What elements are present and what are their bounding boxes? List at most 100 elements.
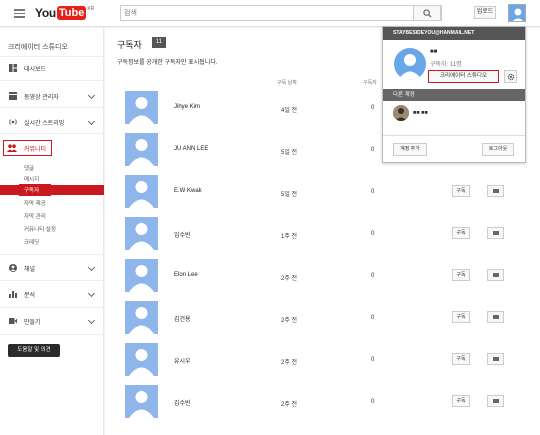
other-account-avatar[interactable] [393,105,409,121]
chevron-down-icon [87,316,96,325]
subscriber-row: Elon Lee 2주 전 0 구독 [117,259,525,301]
subscriber-name[interactable]: 임수빈 [174,230,191,239]
logout-button[interactable]: 로그아웃 [482,143,514,156]
subscriber-avatar[interactable] [125,175,158,208]
analytics-icon [9,291,17,298]
sidebar-item-analytics[interactable]: 분석 [0,287,104,301]
subscriber-avatar[interactable] [125,259,158,292]
other-account-name[interactable]: ■■ ■■ [413,110,428,116]
subscribe-button[interactable]: 구독 [452,395,470,407]
other-accounts-header: 다른 계정 [383,89,525,101]
sidebar-sub-community-settings[interactable]: 커뮤니티 설정 [24,225,56,233]
message-button[interactable] [487,227,504,239]
subscribe-button[interactable]: 구독 [452,311,470,323]
sidebar-item-community[interactable]: 커뮤니티 [0,141,104,155]
message-button[interactable] [487,311,504,323]
search-icon [423,9,432,18]
sidebar-sub-subtitle-manage[interactable]: 자막 관리 [24,212,46,220]
search-button[interactable] [413,5,441,21]
person-icon [129,265,154,292]
sidebar-sub-subtitle-contrib[interactable]: 자막 제공 [24,199,46,207]
chevron-down-icon [87,263,96,272]
subscriber-name[interactable]: JU ANN LEE [174,146,208,152]
subscriber-name[interactable]: E.W Kwak [174,188,202,194]
person-icon [129,307,154,334]
live-icon [9,119,17,125]
subscribe-button[interactable]: 구독 [452,353,470,365]
sidebar-item-label: 분석 [24,293,36,299]
popup-email: STAYBESIDEYOU@HANMAIL.NET [383,27,525,40]
account-avatar[interactable] [508,4,526,22]
subscriber-row: 유시우 2주 전 0 구독 [117,343,525,385]
sidebar-sub-messages[interactable]: 메시지 [24,175,39,183]
sidebar-item-label: 채널 [24,267,36,273]
subscriber-subs-count: 0 [371,315,375,321]
chevron-down-icon [87,289,96,298]
person-photo-icon [393,105,409,121]
sidebar-item-video-manager[interactable]: 동영상 관리자 [0,89,104,103]
search-box [120,5,442,21]
popup-channel-name: ■■ [430,49,438,55]
subscriber-subs-count: 0 [371,273,375,279]
subscriber-row: 김수빈 2주 전 0 구독 [117,385,525,427]
subscriber-avatar[interactable] [125,301,158,334]
subscriber-avatar[interactable] [125,91,158,124]
subscriber-subs-count: 0 [371,189,375,195]
search-input[interactable] [121,6,411,20]
subscribe-date: 1주 전 [281,234,298,240]
person-icon [129,181,154,208]
upload-button[interactable]: 업로드 [474,6,496,19]
sidebar-sub-comments[interactable]: 댓글 [24,164,34,172]
subscriber-name[interactable]: 김수빈 [174,398,191,407]
subscribe-button[interactable]: 구독 [452,269,470,281]
message-button[interactable] [487,353,504,365]
account-popup: STAYBESIDEYOU@HANMAIL.NET ■■ 구독자: 11명 크리… [382,26,526,163]
youtube-logo[interactable]: You Tube KR [35,6,94,20]
sidebar-sub-credits[interactable]: 크레딧 [24,238,39,246]
popup-avatar[interactable] [394,48,426,80]
chevron-down-icon [87,117,96,126]
logo-you: You [35,6,56,20]
sidebar-item-label: 만들기 [24,320,41,326]
menu-icon[interactable] [14,7,25,19]
subscriber-count-badge: 11 [152,37,166,48]
subscribe-date: 2주 전 [281,402,298,408]
person-icon [129,223,154,250]
subscriber-avatar[interactable] [125,217,158,250]
help-feedback-button[interactable]: 도움말 및 의견 [8,344,60,357]
message-button[interactable] [487,269,504,281]
subscriber-avatar[interactable] [125,385,158,418]
subscriber-avatar[interactable] [125,133,158,166]
settings-button[interactable] [504,70,517,83]
message-button[interactable] [487,395,504,407]
column-header-date: 구독 날짜 [277,80,297,86]
creator-studio-button[interactable]: 크리에이터 스튜디오 [428,70,499,83]
sidebar-item-label: 대시보드 [24,67,47,73]
message-button[interactable] [487,185,504,197]
sidebar-sub-subscribers[interactable]: 구독자 [24,186,39,194]
subscriber-name[interactable]: 김건용 [174,314,191,323]
subscriber-name[interactable]: Elon Lee [174,272,198,278]
person-icon [512,8,524,21]
add-account-button[interactable]: 계정 추가 [393,143,427,156]
sidebar-item-label: 실시간 스트리밍 [24,121,65,127]
subscribe-button[interactable]: 구독 [452,185,470,197]
divider [0,254,104,255]
sidebar-item-create[interactable]: 만들기 [0,314,104,328]
popup-subscriber-count: 구독자: 11명 [430,62,462,68]
logo-tube: Tube [56,6,87,20]
subscriber-name[interactable]: Jihye Kim [174,104,200,110]
sidebar-item-dashboard[interactable]: 대시보드 [0,61,104,75]
sidebar-item-live[interactable]: 실시간 스트리밍 [0,115,104,129]
subscriber-subs-count: 0 [371,231,375,237]
subscribe-button[interactable]: 구독 [452,227,470,239]
create-icon [9,318,17,324]
subscribe-date: 5일 전 [281,192,298,198]
sidebar-item-channel[interactable]: 채널 [0,261,104,275]
channel-icon [9,264,17,272]
page-description: 구독정보를 공개한 구독자만 표시됩니다. [117,60,218,66]
subscriber-name[interactable]: 유시우 [174,356,191,365]
sidebar-title: 크리에이터 스튜디오 [8,44,68,51]
subscriber-avatar[interactable] [125,343,158,376]
top-bar: You Tube KR 업로드 [0,0,540,27]
